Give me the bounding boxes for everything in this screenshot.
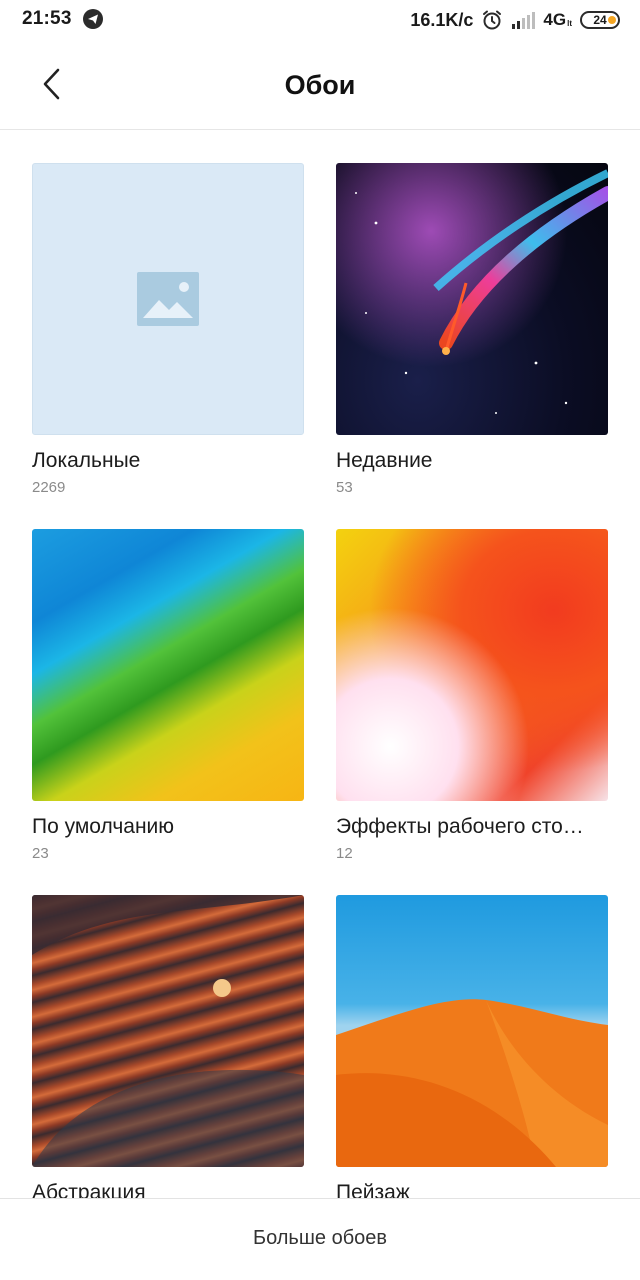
category-card-abstract[interactable]: Абстракция [32, 895, 304, 1198]
category-title: Эффекты рабочего сто… [336, 815, 584, 838]
category-count: 12 [336, 845, 353, 862]
space-comet-image [336, 163, 608, 435]
category-title: Абстракция [32, 1181, 146, 1198]
desert-dune-image [336, 999, 608, 1167]
net-speed: 16.1K/c [410, 9, 474, 30]
network-label: 4G [543, 10, 567, 29]
network-type: 4Glt [543, 10, 572, 30]
category-thumbnail [336, 163, 608, 435]
status-bar: 21:53 16.1K/c 4Glt 24 [0, 0, 640, 40]
status-right-group: 16.1K/c 4Glt 24 [410, 8, 620, 32]
category-thumbnail [336, 529, 608, 801]
category-thumbnail [32, 895, 304, 1167]
network-sub-label: lt [567, 19, 572, 28]
image-placeholder-icon [137, 272, 199, 326]
category-title: Локальные [32, 449, 141, 472]
more-wallpapers-button[interactable]: Больше обоев [0, 1227, 640, 1250]
category-count: 53 [336, 479, 353, 496]
app-header: Обои [0, 40, 640, 130]
category-count: 23 [32, 845, 49, 862]
signal-icon [512, 12, 536, 29]
category-card-desktop-effects[interactable]: Эффекты рабочего сто… 12 [336, 529, 608, 862]
battery-level: 24 [593, 13, 607, 27]
battery-icon: 24 [580, 11, 620, 29]
battery-charge-dot [608, 16, 616, 24]
status-time: 21:53 [22, 8, 72, 29]
category-title: Пейзаж [336, 1181, 410, 1198]
category-card-landscape[interactable]: Пейзаж [336, 895, 608, 1198]
bottom-bar: Больше обоев [0, 1198, 640, 1280]
wallpaper-category-grid: Локальные 2269 Недавние 53 По умолчанию … [0, 130, 640, 1198]
category-thumbnail [336, 895, 608, 1167]
category-card-local[interactable]: Локальные 2269 [32, 163, 304, 496]
page-title: Обои [284, 70, 356, 100]
category-thumbnail [32, 163, 304, 435]
category-card-default[interactable]: По умолчанию 23 [32, 529, 304, 862]
category-title: Недавние [336, 449, 433, 472]
telegram-icon [83, 9, 103, 29]
category-title: По умолчанию [32, 815, 175, 838]
category-thumbnail [32, 529, 304, 801]
category-card-recent[interactable]: Недавние 53 [336, 163, 608, 496]
abstract-waves-image [32, 895, 304, 1167]
category-count: 2269 [32, 479, 66, 496]
alarm-icon [483, 10, 502, 30]
